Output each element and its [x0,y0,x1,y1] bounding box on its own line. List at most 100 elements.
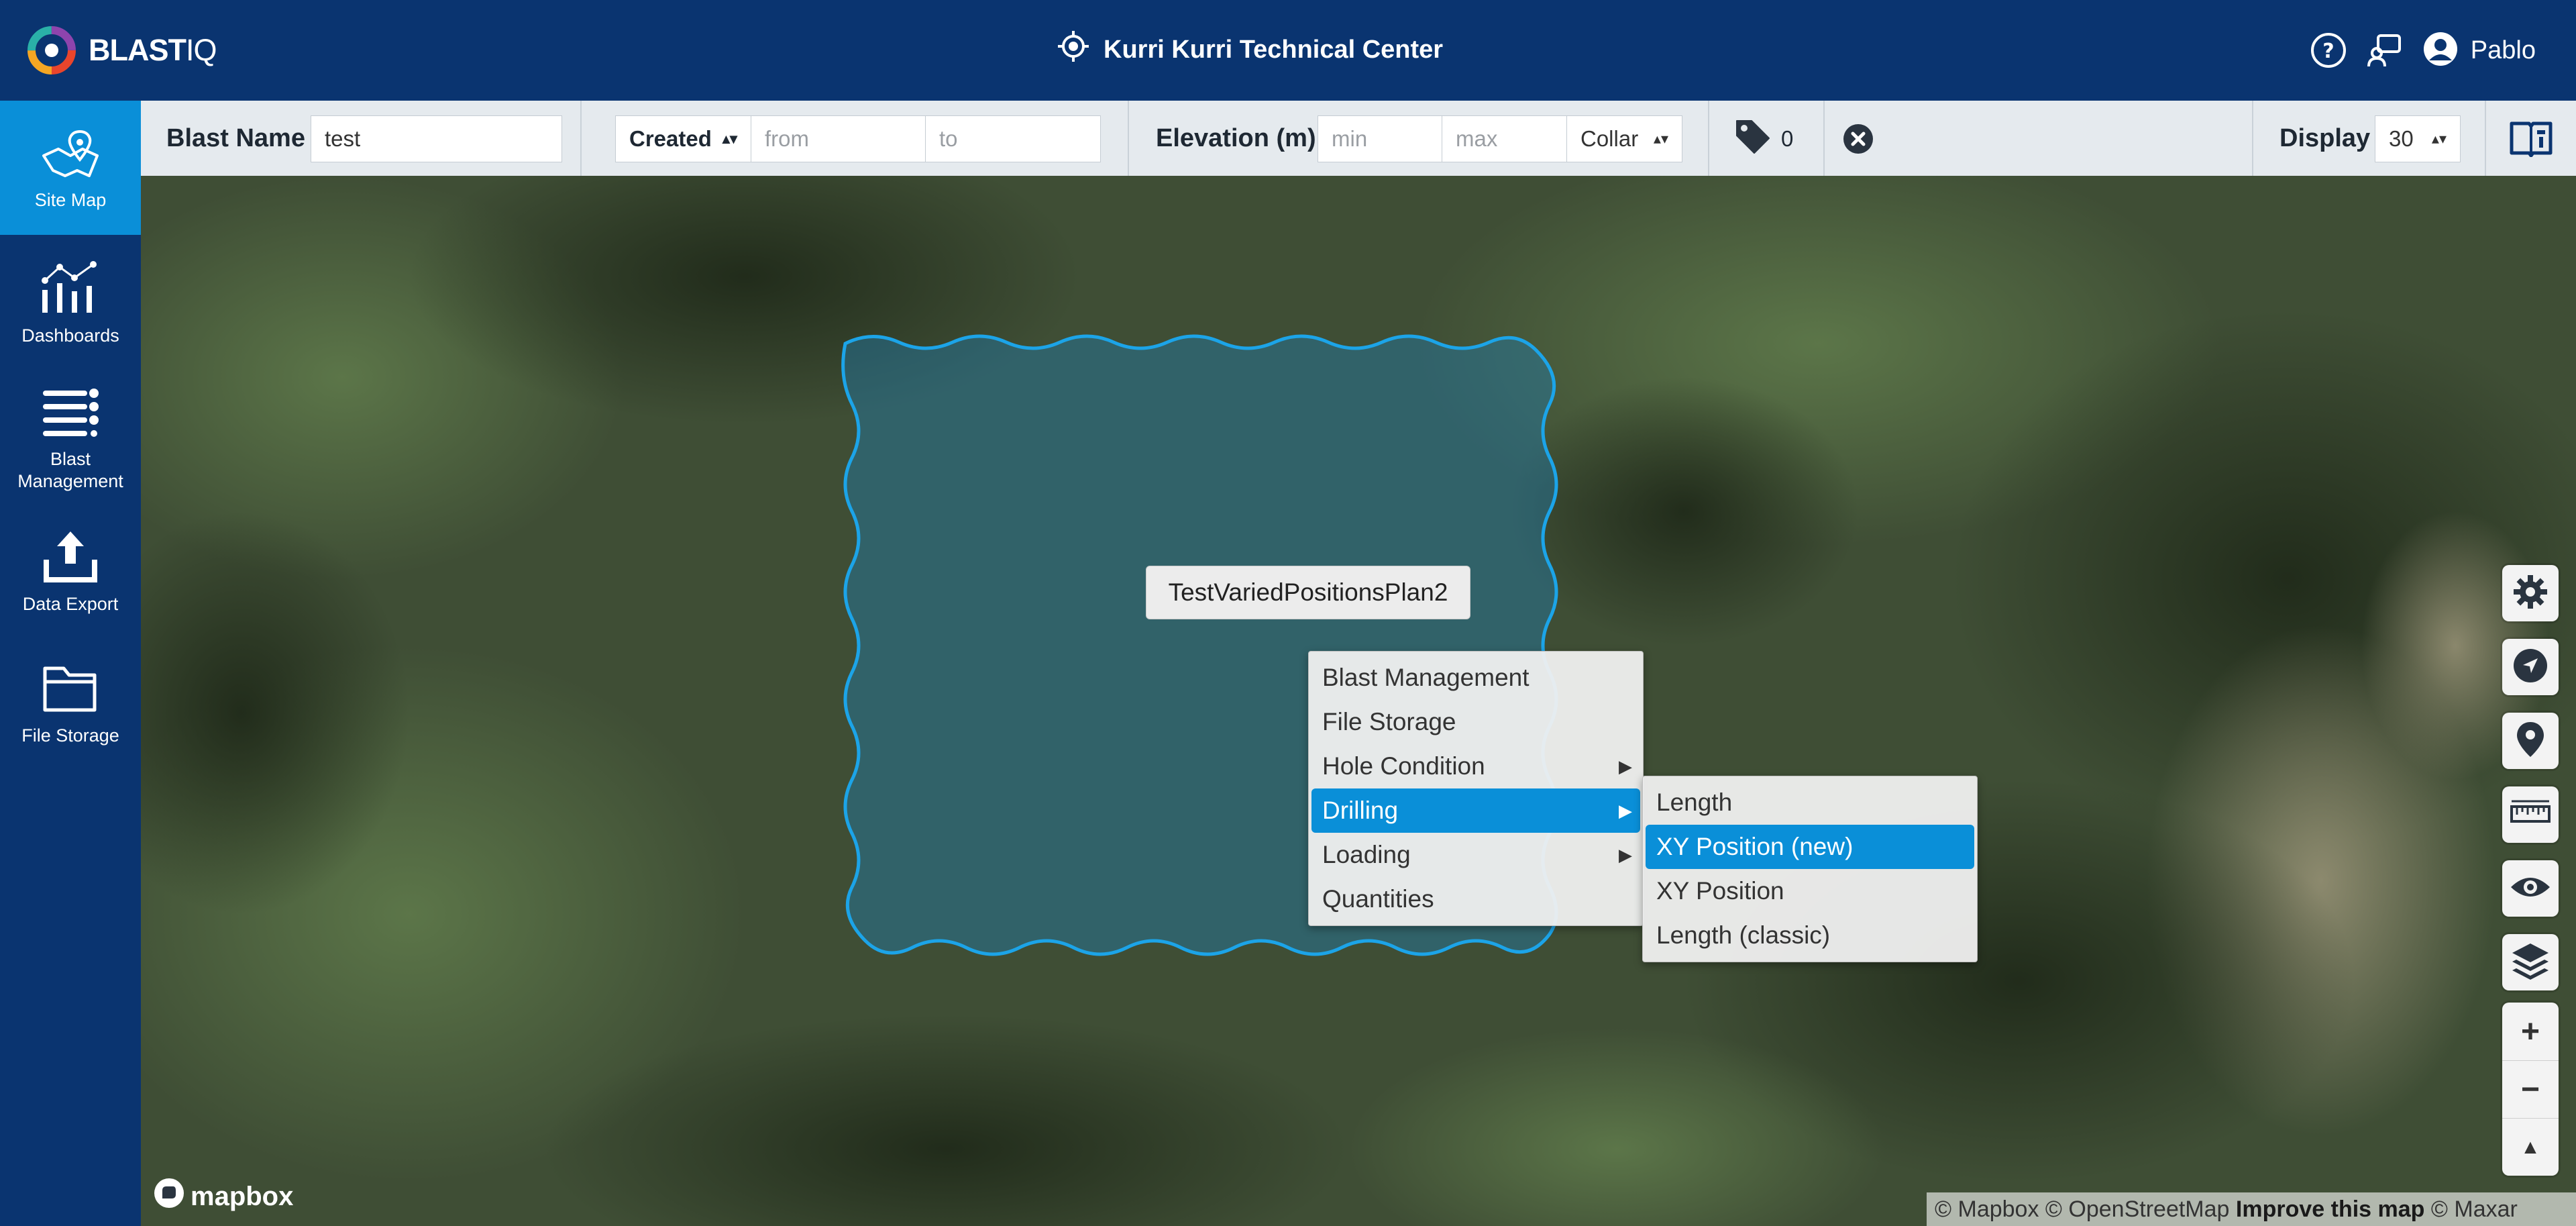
user-name: Pablo [2470,36,2536,64]
tag-filter-button[interactable]: 0 [1734,115,1793,162]
sort-caret-icon: ▴▾ [722,130,737,147]
map-icon [40,129,101,189]
mapbox-wordmark: mapbox [191,1181,294,1211]
display-count-value: 30 [2389,126,2414,151]
sidebar: Site Map Dashboards Blast Management Dat… [0,101,141,1226]
legend-book-icon[interactable] [2509,118,2553,160]
menu-item-hole-condition[interactable]: Hole Condition ▶ [1311,744,1640,788]
upload-icon [42,529,99,593]
zoom-out-button[interactable]: − [2502,1060,2559,1118]
tag-count: 0 [1781,126,1794,151]
sidebar-item-label: Blast Management [17,449,123,491]
menu-item-label: Quantities [1322,885,1434,913]
menu-item-label: Length (classic) [1656,921,1831,949]
visibility-button[interactable] [2502,860,2559,917]
toolbar-divider [2485,101,2486,176]
sidebar-item-label: Data Export [22,594,119,614]
menu-item-loading[interactable]: Loading ▶ [1311,833,1640,877]
navigate-button[interactable] [2502,639,2559,695]
location-target-icon [1057,30,1104,70]
sort-caret-icon: ▴▾ [1653,130,1668,147]
svg-text:?: ? [2322,40,2334,63]
display-count-select[interactable]: 30 ▴▾ [2375,115,2461,162]
list-icon [40,387,101,448]
menu-item-label: Length [1656,788,1733,816]
sidebar-item-label: File Storage [21,725,119,746]
toolbar-divider [1708,101,1709,176]
toolbar-divider [580,101,582,176]
attribution-mapbox-link[interactable]: © Mapbox [1935,1196,2039,1222]
toolbar-divider [1823,101,1825,176]
compass-button[interactable]: ▲ [2502,1118,2559,1176]
sidebar-item-label: Dashboards [21,325,119,346]
sidebar-item-file-storage[interactable]: File Storage [0,663,141,747]
pin-button[interactable] [2502,713,2559,769]
zoom-in-button[interactable]: + [2502,1003,2559,1060]
measure-button[interactable] [2502,786,2559,843]
submenu-item-length-classic[interactable]: Length (classic) [1646,913,1974,958]
sidebar-item-site-map[interactable]: Site Map [0,101,141,235]
clear-filters-icon[interactable] [1843,123,1874,158]
menu-item-blast-management[interactable]: Blast Management [1311,656,1640,700]
logo-ring-icon [25,24,78,76]
filter-toolbar: Blast Name Created ▴▾ Elevation (m) Coll… [141,101,2576,176]
logo-text: BLASTIQ [89,33,217,67]
layers-icon [2511,942,2550,983]
top-header: BLASTIQ Kurri Kurri Technical Center ? P… [0,0,2576,101]
created-to-input[interactable] [925,115,1101,162]
mapbox-mark-icon [153,1177,185,1216]
created-from-input[interactable] [751,115,926,162]
submenu-arrow-icon: ▶ [1619,756,1632,776]
elevation-max-input[interactable] [1442,115,1567,162]
sidebar-item-data-export[interactable]: Data Export [0,529,141,615]
menu-item-label: File Storage [1322,708,1456,735]
sort-caret-icon: ▴▾ [2431,130,2447,147]
sidebar-item-dashboards[interactable]: Dashboards [0,260,141,347]
gear-icon [2512,574,2548,613]
menu-item-quantities[interactable]: Quantities [1311,877,1640,921]
menu-item-label: Loading [1322,841,1411,868]
user-menu[interactable]: Pablo [2422,31,2536,70]
menu-item-label: XY Position [1656,877,1784,905]
user-icon [2422,31,2459,70]
elevation-min-input[interactable] [1318,115,1442,162]
menu-item-drilling[interactable]: Drilling ▶ [1311,788,1640,833]
folder-icon [41,663,100,725]
tag-icon [1734,118,1772,160]
context-menu: Blast Management File Storage Hole Condi… [1308,651,1644,926]
pin-icon [2516,721,2545,762]
sidebar-item-blast-management[interactable]: Blast Management [0,387,141,493]
collar-select-value: Collar [1580,126,1639,151]
notifications-icon[interactable] [2366,32,2404,69]
submenu-item-xy-position[interactable]: XY Position [1646,869,1974,913]
app-logo[interactable]: BLASTIQ [25,23,217,78]
blast-name-input[interactable] [311,115,562,162]
display-label: Display [2279,124,2371,152]
submenu-arrow-icon: ▶ [1619,801,1632,821]
navigate-icon [2512,648,2548,687]
map-settings-button[interactable] [2502,565,2559,621]
blast-plan-label[interactable]: TestVariedPositionsPlan2 [1146,566,1470,619]
created-select[interactable]: Created ▴▾ [615,115,751,162]
improve-map-link[interactable]: Improve this map [2236,1196,2425,1222]
drilling-submenu: Length XY Position (new) XY Position Len… [1642,776,1978,962]
attribution-maxar-link[interactable]: © Maxar [2431,1196,2518,1222]
submenu-item-xy-position-new[interactable]: XY Position (new) [1646,825,1974,869]
collar-select[interactable]: Collar ▴▾ [1566,115,1682,162]
help-icon[interactable]: ? [2310,32,2347,69]
menu-item-label: Hole Condition [1322,752,1485,780]
toolbar-divider [1128,101,1129,176]
site-selector[interactable]: Kurri Kurri Technical Center [1057,31,1443,68]
mapbox-logo[interactable]: mapbox [153,1177,294,1216]
sidebar-item-label: Site Map [34,190,107,210]
map-attribution: © Mapbox © OpenStreetMap Improve this ma… [1927,1192,2576,1226]
menu-item-label: Drilling [1322,797,1399,824]
site-name: Kurri Kurri Technical Center [1104,35,1444,64]
ruler-icon [2510,799,2551,831]
menu-item-file-storage[interactable]: File Storage [1311,700,1640,744]
submenu-item-length[interactable]: Length [1646,780,1974,825]
site-map[interactable]: TestVariedPositionsPlan2 Blast Managemen… [141,176,2576,1226]
layers-button[interactable] [2502,934,2559,990]
menu-item-label: Blast Management [1322,664,1529,691]
attribution-osm-link[interactable]: © OpenStreetMap [2045,1196,2230,1222]
